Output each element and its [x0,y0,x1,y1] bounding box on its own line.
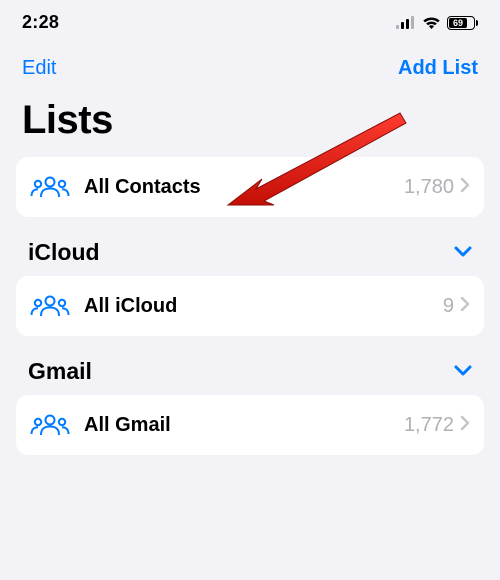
chevron-right-icon [460,415,470,436]
add-list-button[interactable]: Add List [398,57,478,80]
row-label: All Contacts [84,176,404,199]
list-row-all-gmail[interactable]: All Gmail 1,772 [16,395,484,455]
battery-icon: 69 [447,16,478,30]
people-icon [30,413,70,437]
battery-level: 69 [453,18,463,28]
cellular-icon [396,16,416,29]
chevron-right-icon [460,296,470,317]
status-indicators: 69 [396,16,478,30]
chevron-down-icon [454,244,472,262]
people-icon [30,175,70,199]
section-header-icloud[interactable]: iCloud [0,239,500,276]
nav-bar: Edit Add List [0,39,500,88]
status-time: 2:28 [22,12,59,33]
status-bar: 2:28 69 [0,0,500,39]
chevron-down-icon [454,363,472,381]
edit-button[interactable]: Edit [22,57,56,80]
section-header-gmail[interactable]: Gmail [0,358,500,395]
chevron-right-icon [460,177,470,198]
row-count: 9 [443,295,454,318]
people-icon [30,294,70,318]
row-label: All iCloud [84,295,443,318]
row-count: 1,780 [404,176,454,199]
list-row-all-icloud[interactable]: All iCloud 9 [16,276,484,336]
row-label: All Gmail [84,414,404,437]
section-title: Gmail [28,358,92,385]
section-title: iCloud [28,239,100,266]
page-title: Lists [0,88,500,157]
list-row-all-contacts[interactable]: All Contacts 1,780 [16,157,484,217]
wifi-icon [422,16,441,30]
row-count: 1,772 [404,414,454,437]
